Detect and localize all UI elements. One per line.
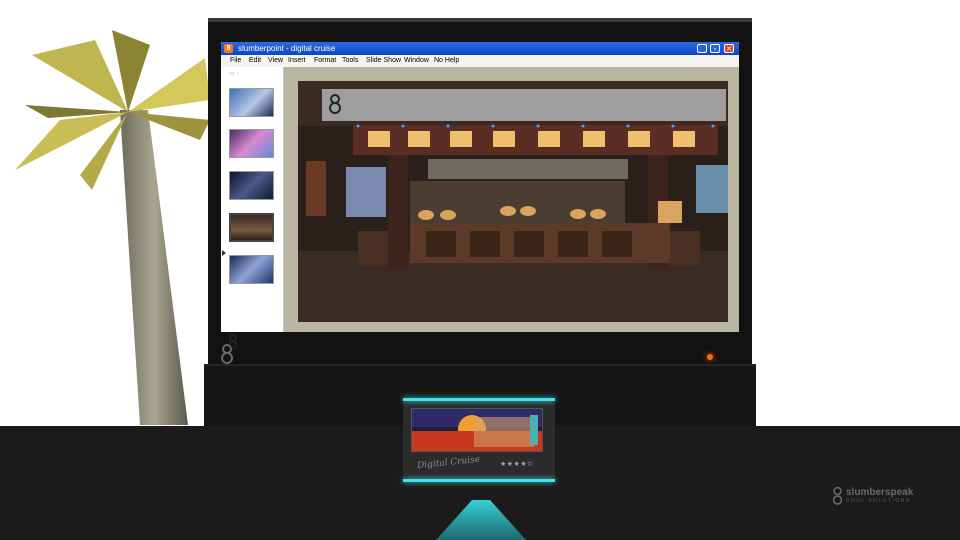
palm-tree-image bbox=[15, 30, 210, 425]
menu-window[interactable]: Window bbox=[404, 55, 429, 67]
window-titlebar[interactable]: 8 slumberpoint - digital cruise _ ▫ ✕ bbox=[221, 42, 739, 55]
dock-logo-text: Digital Cruise bbox=[416, 454, 481, 472]
sunset-artwork bbox=[412, 409, 542, 451]
brand-mark-icon bbox=[833, 486, 842, 505]
slide-thumbnail-5[interactable] bbox=[229, 255, 274, 284]
app-window: 8 slumberpoint - digital cruise _ ▫ ✕ Fi… bbox=[221, 42, 739, 350]
slide-thumbnail-4[interactable] bbox=[229, 213, 274, 242]
slide-thumbnail-1[interactable] bbox=[229, 88, 274, 117]
slide-thumbnail-3[interactable] bbox=[229, 171, 274, 200]
menu-bar: File Edit View Insert Format Tools Slide… bbox=[221, 55, 739, 67]
selected-slide-marker-icon bbox=[222, 250, 226, 256]
close-button[interactable]: ✕ bbox=[724, 44, 734, 53]
slide-outline-pane: ▭ ◦ bbox=[221, 67, 284, 350]
menu-view[interactable]: View bbox=[268, 55, 283, 67]
menu-format[interactable]: Format bbox=[314, 55, 336, 67]
menu-insert[interactable]: Insert bbox=[288, 55, 306, 67]
dock-bottom-light bbox=[403, 479, 555, 482]
slide-editor-area[interactable] bbox=[284, 67, 739, 332]
menu-file[interactable]: File bbox=[230, 55, 241, 67]
dock-device[interactable]: Digital Cruise ★★★★✩ bbox=[403, 398, 555, 482]
dock-top-light bbox=[403, 398, 555, 401]
slide-canvas-cafeteria-image[interactable] bbox=[298, 81, 728, 322]
menu-slide-show[interactable]: Slide Show bbox=[366, 55, 401, 67]
power-led-icon[interactable] bbox=[707, 354, 713, 360]
dock-screen-sunset-image bbox=[411, 408, 543, 452]
monitor-top-edge bbox=[208, 18, 752, 22]
pane-logo-icon bbox=[229, 334, 237, 350]
menu-edit[interactable]: Edit bbox=[249, 55, 261, 67]
pane-tabs[interactable]: ▭ ◦ bbox=[229, 70, 238, 77]
brand-tagline: SOUL SOLUTIONS bbox=[846, 498, 911, 504]
maximize-button[interactable]: ▫ bbox=[710, 44, 720, 53]
app-logo-icon: 8 bbox=[224, 44, 233, 53]
menu-no-help[interactable]: No Help bbox=[434, 55, 459, 67]
minimize-button[interactable]: _ bbox=[697, 44, 707, 53]
menu-tools[interactable]: Tools bbox=[342, 55, 358, 67]
window-title: slumberpoint - digital cruise bbox=[238, 44, 336, 53]
dock-rating[interactable]: ★★★★✩ bbox=[500, 460, 533, 468]
light-beam-glow bbox=[436, 500, 526, 540]
slide-thumbnail-2[interactable] bbox=[229, 129, 274, 158]
brand-name: slumberspeak bbox=[846, 487, 914, 498]
